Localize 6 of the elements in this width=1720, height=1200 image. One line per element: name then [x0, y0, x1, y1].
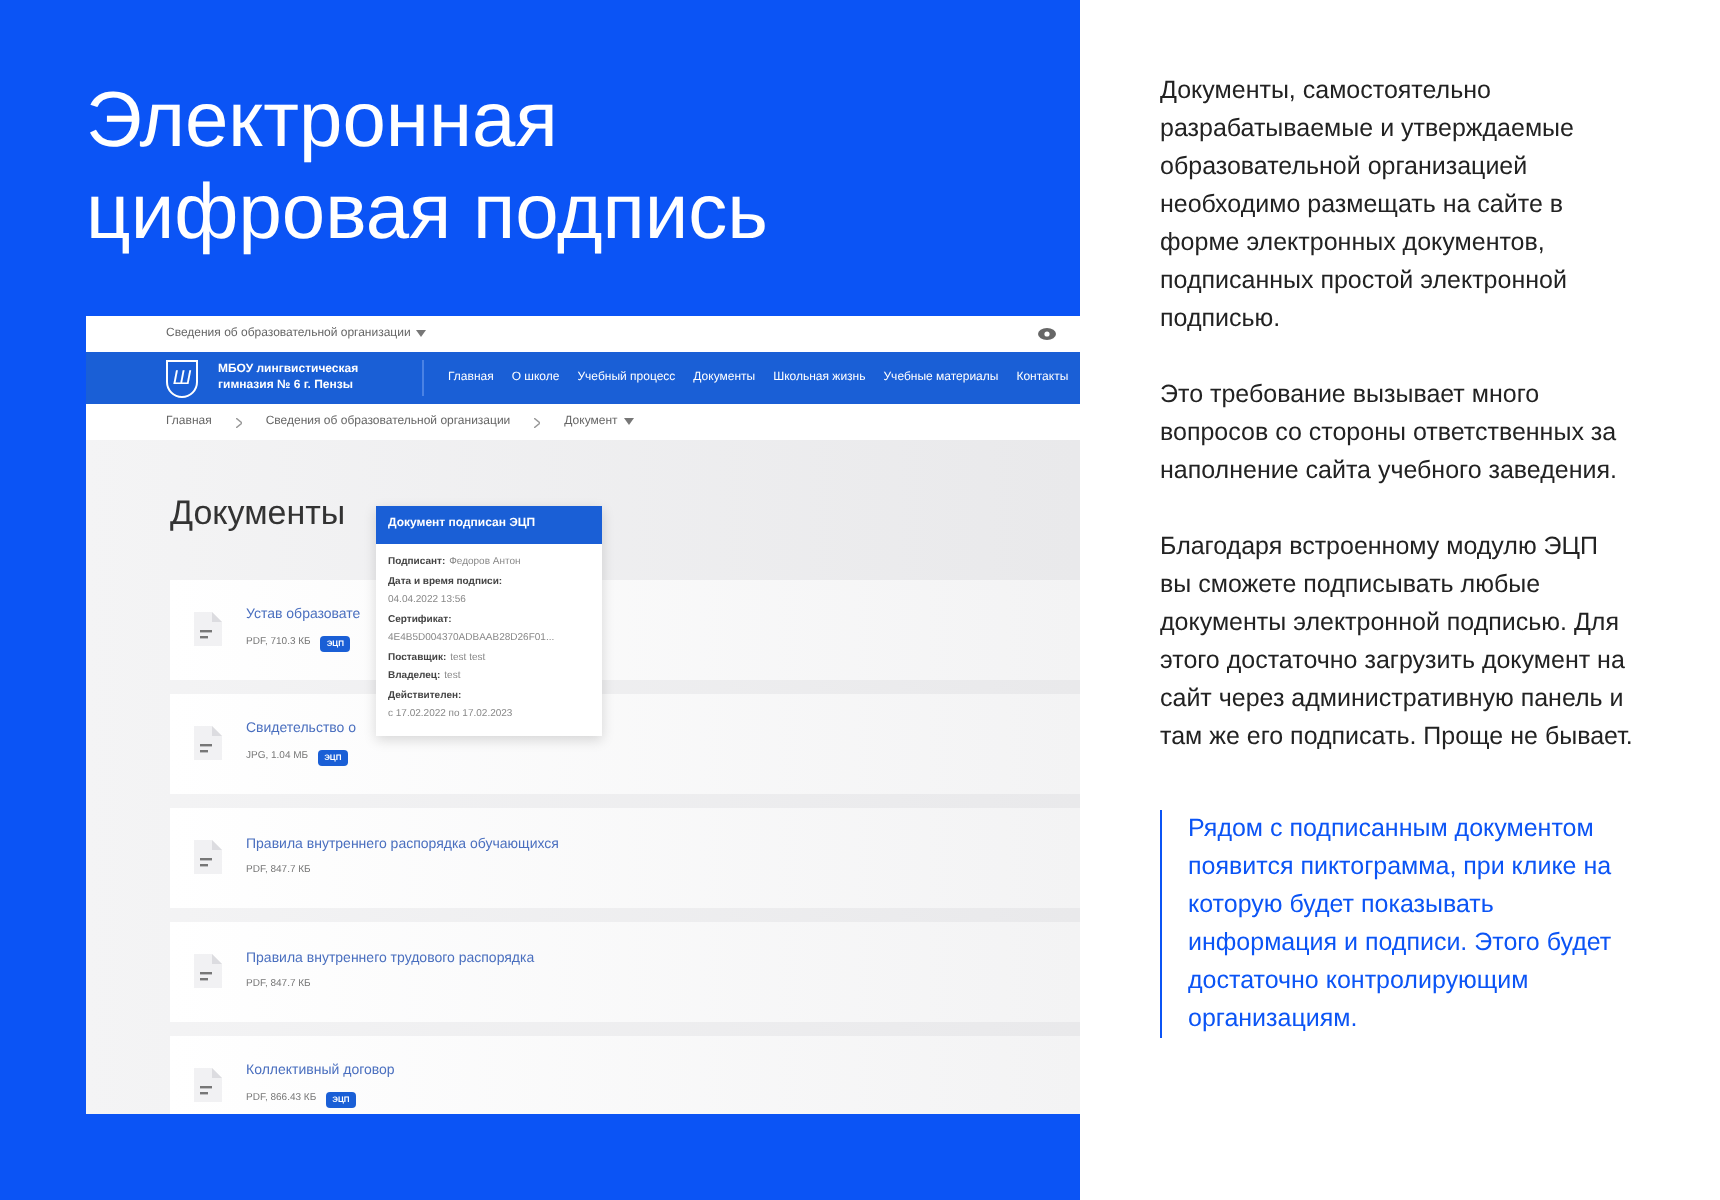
headline: Электронная цифровая подпись: [86, 76, 770, 260]
note: Рядом с подписанным документом появится пиктограмма, при клике на которую будет показывать информация и подписи. Этого будет достаточно контролирующим организациям.: [1160, 810, 1636, 1038]
paragraph: Это требование вызывает много вопросов со стороны ответственных за наполнение сайта учебного заведения.: [1160, 378, 1619, 488]
paragraph: Благодаря встроенному модулю ЭЦП вы сможете подписывать любые документы электронной подписью. Для этого достаточно загрузить документ на сайт через административную панель и там же его подписать. Проще не бывает.: [1160, 530, 1635, 754]
page-title: Документы: [170, 492, 346, 536]
paragraph: Документы, самостоятельно разрабатываемые и утверждаемые образовательной организацией необходимо размещать на сайте в форме электронных документов, подписанных простой электронной подписью.: [1160, 74, 1576, 336]
